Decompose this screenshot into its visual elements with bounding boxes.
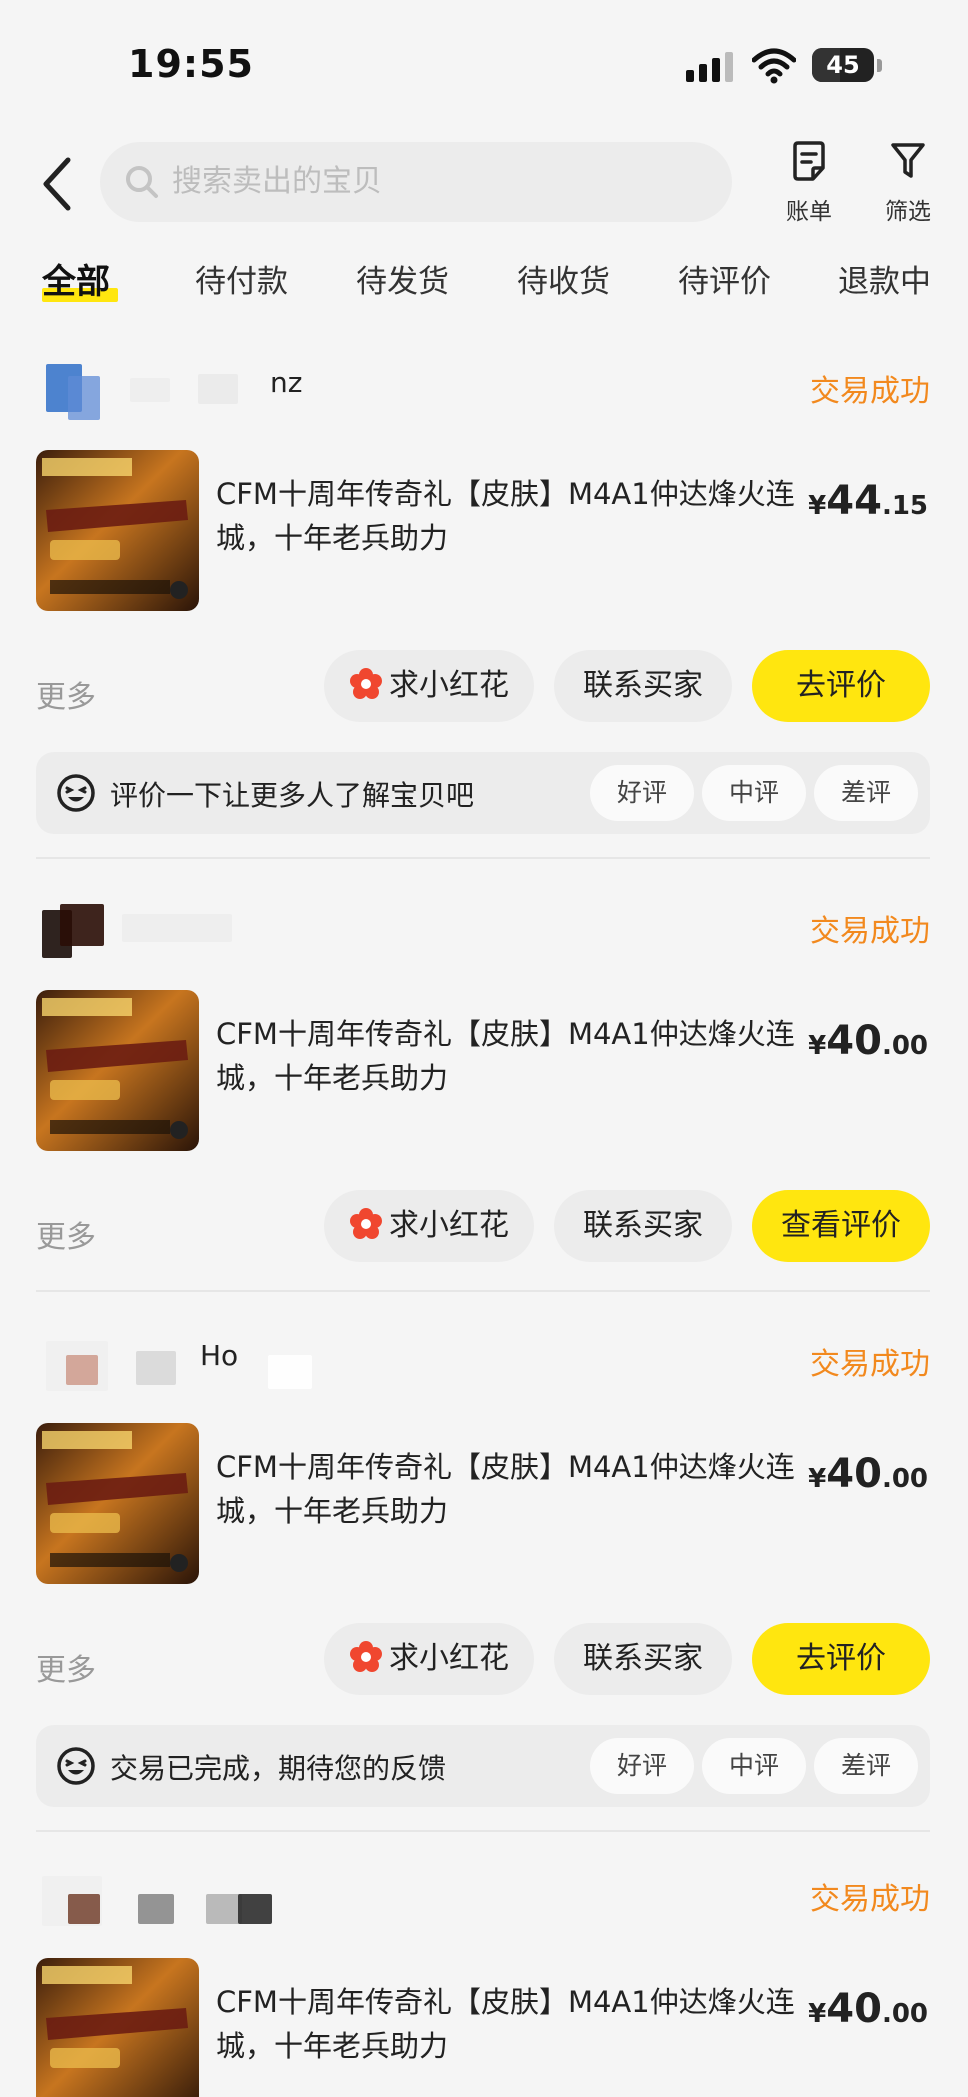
status-bar: 19:55 45: [0, 0, 968, 130]
price-currency: ¥: [808, 1031, 827, 1061]
buyer-avatar[interactable]: [42, 360, 238, 430]
status-time: 19:55: [128, 42, 254, 86]
tab-all-label: 全部: [42, 262, 110, 302]
review-button[interactable]: 去评价: [752, 1623, 930, 1695]
wifi-icon: [752, 48, 796, 84]
bad-review-chip[interactable]: 差评: [814, 1738, 918, 1794]
review-button[interactable]: 去评价: [752, 650, 930, 722]
view-review-button[interactable]: 查看评价: [752, 1190, 930, 1262]
product-image[interactable]: [36, 450, 199, 611]
product-title[interactable]: CFM十周年传奇礼【皮肤】M4A1仲达烽火连城，十年老兵助力: [216, 1980, 796, 2068]
price-decimal: .00: [881, 1464, 928, 1494]
buyer-avatar[interactable]: [42, 1868, 272, 1938]
bill-button[interactable]: 账单: [773, 140, 845, 226]
ask-flower-button[interactable]: 求小红花: [324, 1623, 534, 1695]
buyer-name[interactable]: nz: [270, 366, 302, 399]
review-prompt-bar: 交易已完成，期待您的反馈 好评 中评 差评: [36, 1725, 930, 1807]
red-flower-icon: [350, 668, 382, 699]
red-flower-icon: [350, 1208, 382, 1239]
price-integer: 40: [826, 1986, 882, 2032]
ask-flower-button[interactable]: 求小红花: [324, 1190, 534, 1262]
order-status: 交易成功: [810, 914, 930, 949]
product-image[interactable]: [36, 1423, 199, 1584]
ask-flower-label: 求小红花: [389, 668, 509, 703]
order-divider: [36, 1830, 930, 1832]
bill-label: 账单: [786, 199, 832, 225]
order-card: Ho 交易成功 CFM十周年传奇礼【皮肤】M4A1仲达烽火连城，十年老兵助力 ¥…: [0, 1333, 968, 1833]
contact-buyer-button[interactable]: 联系买家: [554, 650, 732, 722]
order-divider: [36, 857, 930, 859]
order-card: 交易成功 CFM十周年传奇礼【皮肤】M4A1仲达烽火连城，十年老兵助力 ¥40.…: [0, 900, 968, 1300]
tab-pending-payment[interactable]: 待付款: [195, 256, 288, 301]
product-price: ¥40.00: [808, 1986, 928, 2032]
more-link[interactable]: 更多: [36, 672, 96, 716]
ask-flower-label: 求小红花: [389, 1641, 509, 1676]
order-status: 交易成功: [810, 1347, 930, 1382]
price-integer: 40: [826, 1018, 882, 1064]
product-title[interactable]: CFM十周年传奇礼【皮肤】M4A1仲达烽火连城，十年老兵助力: [216, 1012, 796, 1100]
smile-face-icon: [57, 774, 95, 812]
search-input[interactable]: 搜索卖出的宝贝: [100, 142, 732, 222]
neutral-review-chip[interactable]: 中评: [702, 1738, 806, 1794]
product-price: ¥40.00: [808, 1451, 928, 1497]
good-review-chip[interactable]: 好评: [590, 765, 694, 821]
neutral-review-chip[interactable]: 中评: [702, 765, 806, 821]
bill-icon: [793, 141, 825, 181]
price-integer: 40: [826, 1451, 882, 1497]
tab-pending-review[interactable]: 待评价: [678, 256, 771, 301]
review-prompt-bar: 评价一下让更多人了解宝贝吧 好评 中评 差评: [36, 752, 930, 834]
good-review-chip[interactable]: 好评: [590, 1738, 694, 1794]
product-image[interactable]: [36, 990, 199, 1151]
price-decimal: .00: [881, 1999, 928, 2029]
product-price: ¥40.00: [808, 1018, 928, 1064]
review-prompt-text: 评价一下让更多人了解宝贝吧: [110, 779, 475, 812]
tab-pending-shipment[interactable]: 待发货: [356, 256, 449, 301]
bad-review-chip[interactable]: 差评: [814, 765, 918, 821]
filter-button[interactable]: 筛选: [872, 140, 944, 226]
buyer-avatar[interactable]: [42, 900, 232, 970]
more-link[interactable]: 更多: [36, 1212, 96, 1256]
product-price: ¥44.15: [808, 478, 928, 524]
sold-items-page: 19:55 45 搜索卖出的宝贝 账单 筛选 全部 待付款 待发货 待收货 待评…: [0, 0, 968, 2097]
filter-icon: [891, 143, 925, 178]
contact-buyer-button[interactable]: 联系买家: [554, 1623, 732, 1695]
product-image[interactable]: [36, 1958, 199, 2097]
battery-icon: 45: [812, 48, 874, 82]
price-decimal: .15: [881, 491, 928, 521]
tab-all[interactable]: 全部: [42, 254, 110, 303]
product-title[interactable]: CFM十周年传奇礼【皮肤】M4A1仲达烽火连城，十年老兵助力: [216, 1445, 796, 1533]
order-card: nz 交易成功 CFM十周年传奇礼【皮肤】M4A1仲达烽火连城，十年老兵助力 ¥…: [0, 360, 968, 860]
order-divider: [36, 1290, 930, 1292]
order-tabs: 全部 待付款 待发货 待收货 待评价 退款中: [0, 248, 968, 318]
price-currency: ¥: [808, 491, 827, 521]
search-placeholder: 搜索卖出的宝贝: [172, 164, 382, 199]
contact-buyer-button[interactable]: 联系买家: [554, 1190, 732, 1262]
product-title[interactable]: CFM十周年传奇礼【皮肤】M4A1仲达烽火连城，十年老兵助力: [216, 472, 796, 560]
battery-level: 45: [826, 51, 860, 79]
order-status: 交易成功: [810, 374, 930, 409]
search-icon: [126, 166, 158, 198]
more-link[interactable]: 更多: [36, 1645, 96, 1689]
order-card: 交易成功 CFM十周年传奇礼【皮肤】M4A1仲达烽火连城，十年老兵助力 ¥40.…: [0, 1868, 968, 2097]
smile-face-icon: [57, 1747, 95, 1785]
review-prompt-text: 交易已完成，期待您的反馈: [110, 1752, 447, 1785]
price-decimal: .00: [881, 1031, 928, 1061]
order-status: 交易成功: [810, 1882, 930, 1917]
tab-pending-receipt[interactable]: 待收货: [517, 256, 610, 301]
filter-label: 筛选: [885, 199, 931, 225]
ask-flower-label: 求小红花: [389, 1208, 509, 1243]
price-currency: ¥: [808, 1464, 827, 1494]
buyer-avatar[interactable]: [42, 1333, 312, 1403]
buyer-name[interactable]: Ho: [200, 1339, 238, 1372]
ask-flower-button[interactable]: 求小红花: [324, 650, 534, 722]
price-integer: 44: [826, 478, 882, 524]
tab-refunding[interactable]: 退款中: [838, 256, 931, 301]
battery-nub: [877, 59, 882, 72]
cellular-signal-icon: [686, 52, 736, 82]
price-currency: ¥: [808, 1999, 827, 2029]
back-button[interactable]: [38, 156, 78, 212]
red-flower-icon: [350, 1641, 382, 1672]
